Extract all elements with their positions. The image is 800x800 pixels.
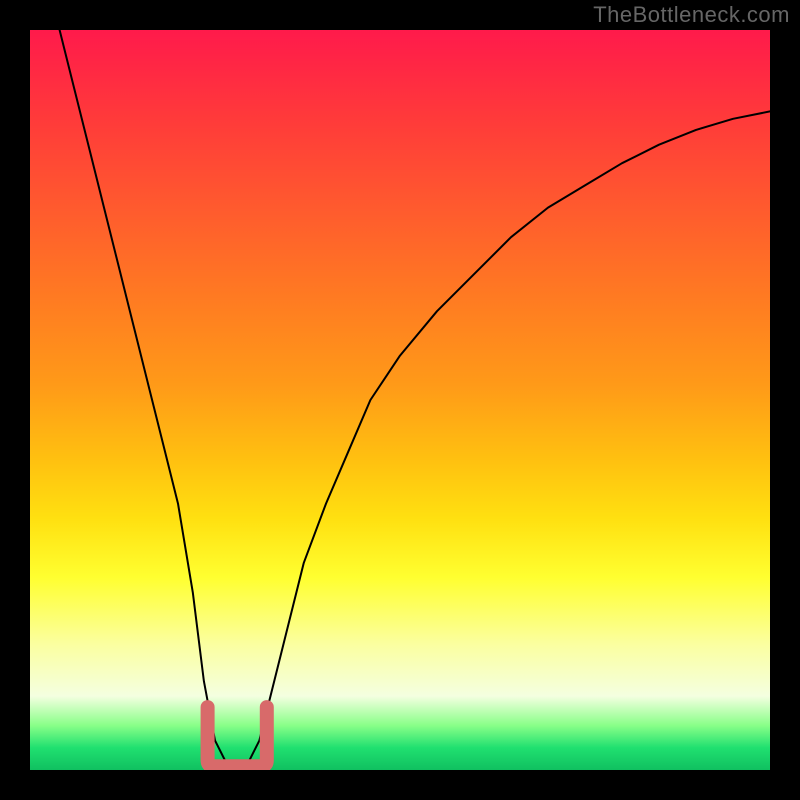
minimum-marker-path [208,707,267,766]
watermark-text: TheBottleneck.com [593,2,790,28]
chart-frame: TheBottleneck.com [0,0,800,800]
bottleneck-curve-path [60,30,770,766]
curve-layer [30,30,770,770]
plot-area [30,30,770,770]
